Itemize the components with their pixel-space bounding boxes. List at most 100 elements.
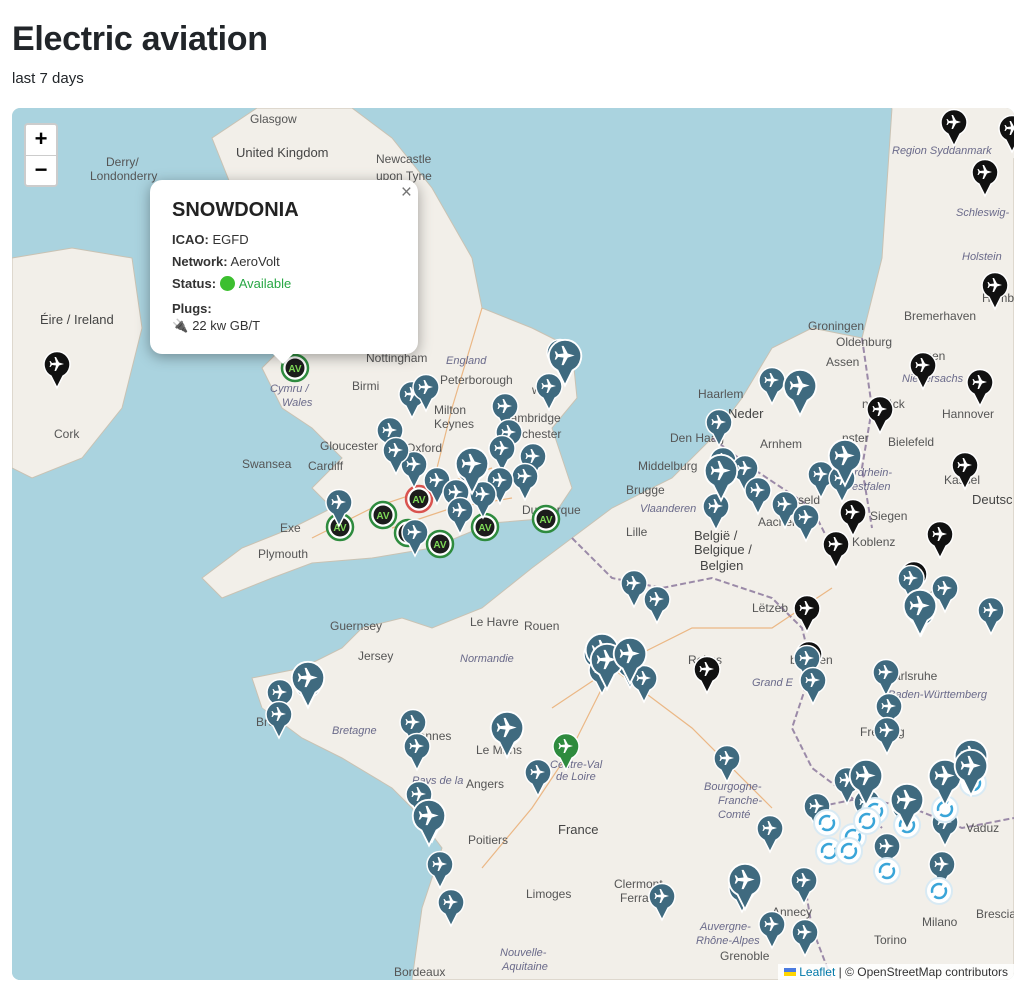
icao-label: ICAO: [172, 232, 209, 247]
plane-pin-icon [981, 271, 1009, 311]
svg-text:Newcastle: Newcastle [376, 152, 432, 166]
airport-marker[interactable] [791, 503, 821, 543]
page-title: Electric aviation [12, 20, 268, 58]
sync-icon [925, 877, 953, 905]
airport-marker[interactable] [970, 158, 1000, 198]
zoom-in-button[interactable]: + [26, 125, 56, 155]
airport-cluster-marker[interactable] [409, 798, 449, 848]
svg-text:Comté: Comté [718, 809, 750, 821]
airport-marker[interactable] [42, 350, 72, 390]
airport-marker[interactable] [743, 476, 773, 516]
plane-pin-icon [401, 518, 429, 558]
popup-icao-row: ICAO: EGFD [172, 232, 396, 247]
plane-pin-icon [940, 108, 968, 148]
cluster-loading-marker[interactable] [872, 856, 902, 896]
airport-marker[interactable] [755, 814, 785, 854]
airport-marker[interactable] [436, 888, 466, 928]
plane-pin-icon [713, 744, 741, 784]
airport-marker[interactable] [692, 655, 722, 695]
airport-cluster-marker[interactable] [780, 368, 820, 418]
svg-text:Cardiff: Cardiff [308, 459, 344, 473]
plane-pin-icon [756, 814, 784, 854]
airport-cluster-marker[interactable] [487, 710, 527, 760]
popup-close-button[interactable]: × [401, 182, 412, 204]
airport-marker[interactable] [324, 488, 354, 528]
aerovolt-charger-marker[interactable]: AV [531, 504, 561, 544]
map-attribution: Leaflet | © OpenStreetMap contributors [778, 964, 1014, 980]
airport-marker[interactable] [925, 520, 955, 560]
svg-text:England: England [446, 355, 487, 367]
airport-marker[interactable] [402, 732, 432, 772]
airport-marker[interactable] [647, 882, 677, 922]
airport-marker[interactable] [381, 436, 411, 476]
airport-marker[interactable] [704, 408, 734, 448]
plane-pin-icon [951, 451, 979, 491]
osm-link[interactable]: OpenStreetMap contributors [857, 965, 1008, 979]
airport-marker[interactable] [523, 758, 553, 798]
airport-marker[interactable] [939, 108, 969, 148]
map[interactable]: Glasgow United Kingdom Derry/ Londonderr… [12, 108, 1014, 980]
airport-marker[interactable] [792, 594, 822, 634]
airport-cluster-marker[interactable] [610, 636, 650, 686]
leaflet-link[interactable]: Leaflet [799, 965, 835, 979]
airport-cluster-marker[interactable] [725, 862, 765, 912]
airport-cluster-marker[interactable] [846, 758, 886, 808]
airport-cluster-marker[interactable] [545, 338, 585, 388]
airport-cluster-marker[interactable] [825, 438, 865, 488]
airport-marker[interactable] [865, 395, 895, 435]
svg-text:Limoges: Limoges [526, 887, 571, 901]
sync-icon [835, 837, 863, 865]
svg-text:AV: AV [376, 511, 389, 522]
airport-marker[interactable] [790, 918, 820, 958]
ukraine-flag-icon [784, 968, 797, 976]
airport-marker[interactable] [798, 666, 828, 706]
airport-cluster-marker[interactable] [900, 588, 940, 638]
cluster-loading-marker[interactable] [834, 836, 864, 876]
airport-marker[interactable] [425, 850, 455, 890]
plane-pin-icon [612, 636, 648, 686]
airport-marker[interactable] [872, 716, 902, 756]
airport-marker[interactable] [838, 498, 868, 538]
airport-marker[interactable] [908, 351, 938, 391]
svg-text:Peterborough: Peterborough [440, 373, 513, 387]
plane-pin-icon [873, 716, 901, 756]
plane-pin-icon [744, 476, 772, 516]
plane-pin-icon [909, 351, 937, 391]
svg-text:Rhône-Alpes: Rhône-Alpes [696, 935, 760, 947]
airport-marker[interactable] [411, 373, 441, 413]
plane-pin-icon [454, 446, 490, 496]
airport-marker[interactable] [642, 585, 672, 625]
airport-marker[interactable] [551, 732, 581, 772]
plane-pin-icon [792, 503, 820, 543]
aerovolt-logo-icon: AV [531, 504, 561, 534]
airport-cluster-marker[interactable] [951, 748, 991, 798]
airport-marker[interactable] [965, 368, 995, 408]
svg-text:Oldenburg: Oldenburg [836, 335, 892, 349]
svg-text:Franche-: Franche- [718, 795, 762, 807]
plane-pin-icon [966, 368, 994, 408]
svg-text:Arnhem: Arnhem [760, 437, 802, 451]
plane-pin-icon [782, 368, 818, 418]
svg-text:Éire / Ireland: Éire / Ireland [40, 312, 114, 327]
airport-marker[interactable] [757, 910, 787, 950]
airport-marker[interactable] [976, 596, 1006, 636]
airport-marker[interactable] [980, 271, 1010, 311]
airport-marker[interactable] [712, 744, 742, 784]
plane-pin-icon [648, 882, 676, 922]
svg-text:Normandie: Normandie [460, 653, 514, 665]
airport-marker[interactable] [950, 451, 980, 491]
cluster-loading-marker[interactable] [924, 876, 954, 916]
airport-marker[interactable] [400, 518, 430, 558]
airport-cluster-marker[interactable] [701, 453, 741, 503]
airport-cluster-marker[interactable] [288, 660, 328, 710]
svg-text:de Loire: de Loire [556, 771, 596, 783]
airport-marker[interactable] [997, 114, 1014, 154]
zoom-out-button[interactable]: − [26, 155, 56, 185]
plane-pin-icon [926, 520, 954, 560]
svg-text:Schleswig-: Schleswig- [956, 207, 1010, 219]
svg-text:Vaduz: Vaduz [966, 821, 999, 835]
popup-status-row: Status: Available [172, 276, 396, 291]
airport-cluster-marker[interactable] [887, 782, 927, 832]
airport-cluster-marker[interactable] [452, 446, 492, 496]
svg-text:Keynes: Keynes [434, 417, 474, 431]
